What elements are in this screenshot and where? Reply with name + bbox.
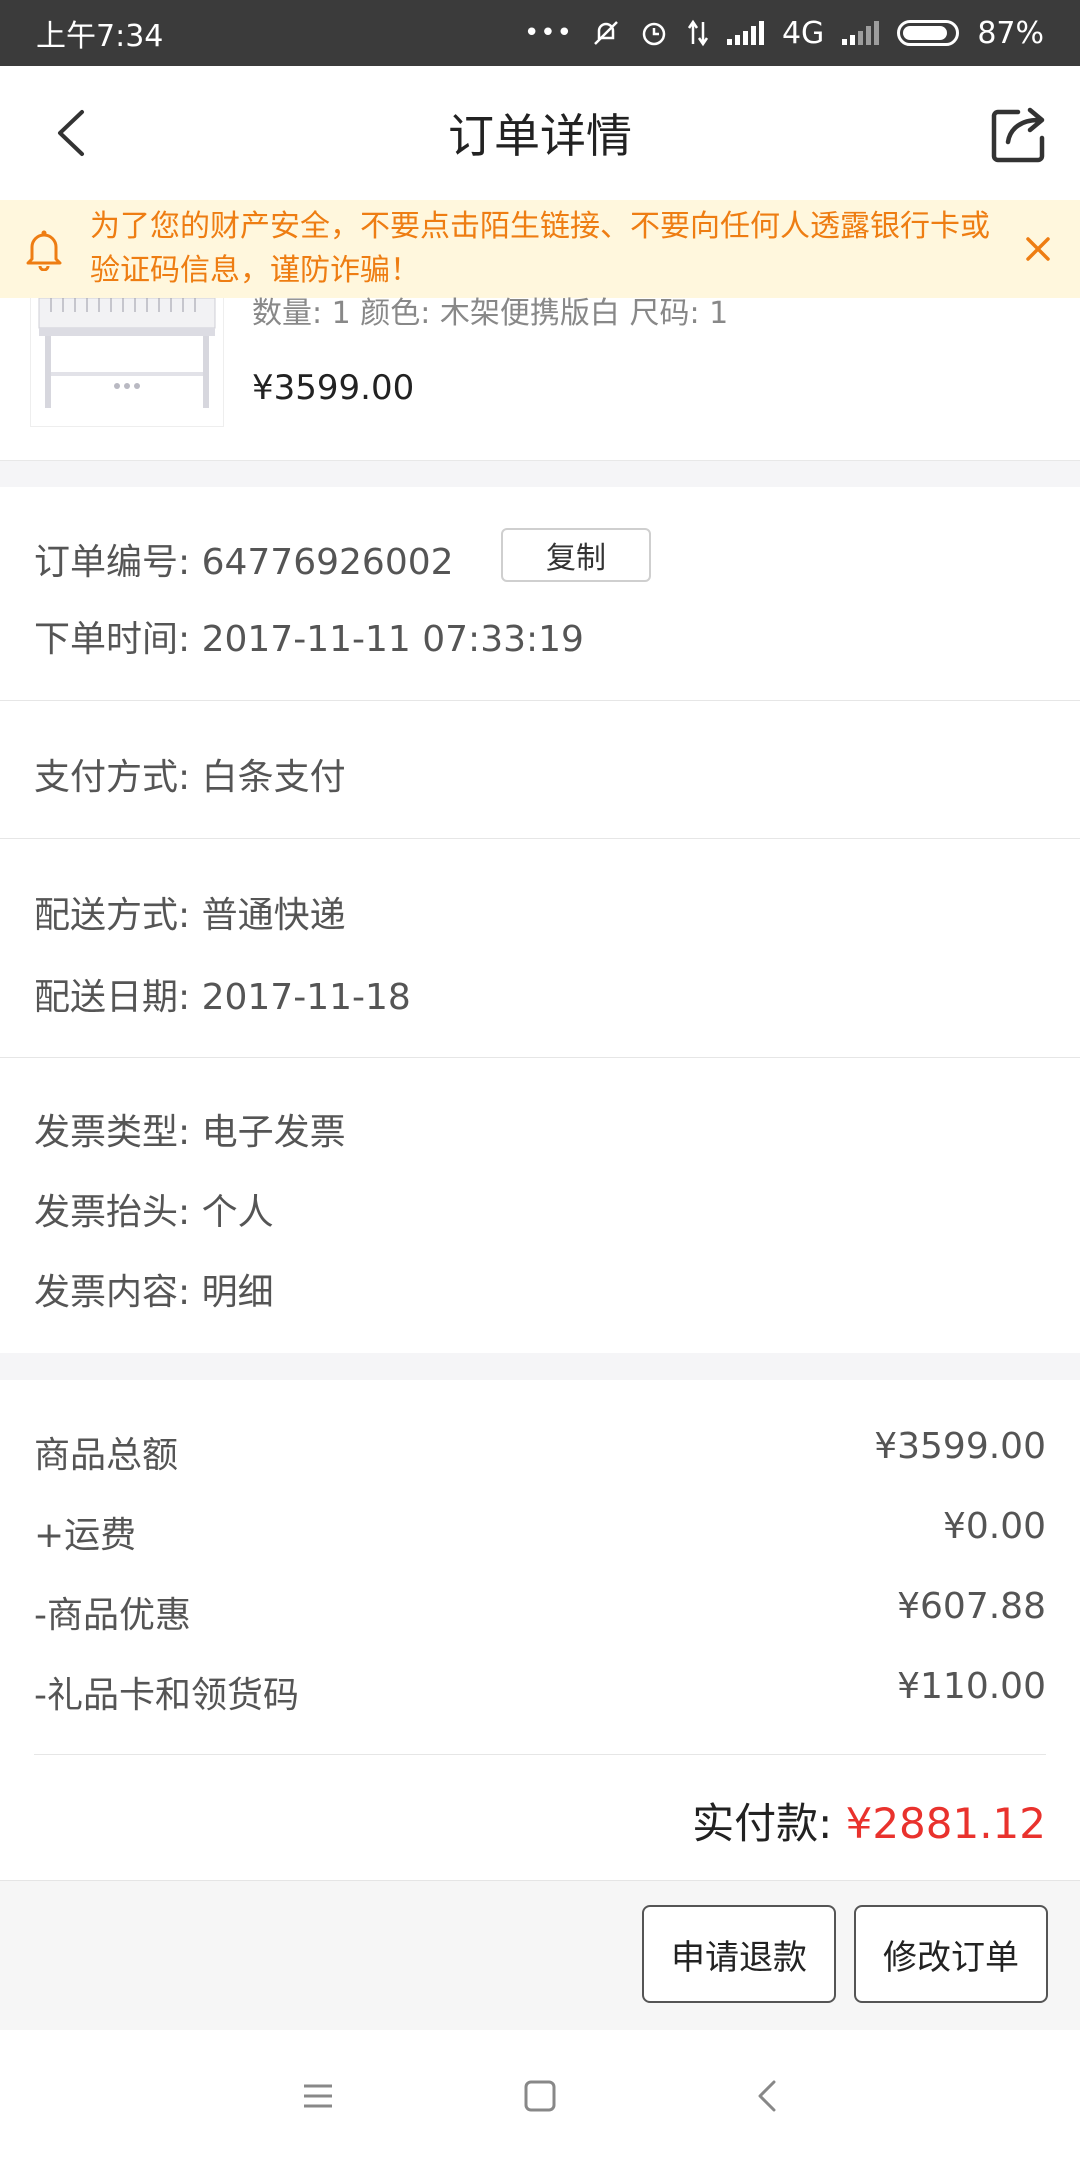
invoice-content-row: 发票内容: 明细 — [34, 1263, 274, 1315]
payment-value: 白条支付 — [201, 757, 346, 798]
more-dots-icon: ••• — [523, 18, 573, 48]
delivery-method: 普通快递 — [201, 895, 346, 936]
order-info-section — [0, 487, 1080, 700]
invoice-title: 个人 — [201, 1192, 274, 1233]
delivery-date-label: 配送日期: — [34, 977, 191, 1018]
divider — [34, 1754, 1046, 1755]
request-refund-button[interactable]: 申请退款 — [642, 1905, 836, 2003]
product-thumbnail[interactable] — [30, 298, 224, 427]
order-time-label: 下单时间: — [34, 619, 191, 660]
payment-label: 支付方式: — [34, 757, 191, 798]
notice-text: 为了您的财产安全，不要点击陌生链接、不要向任何人透露银行卡或验证码信息，谨防诈骗… — [90, 209, 990, 288]
product-card[interactable]: 数量: 1 颜色: 木架便携版白 尺码: 1 ¥3599.00 — [0, 298, 1080, 461]
total-label: 实付款: — [692, 1799, 833, 1848]
invoice-type-row: 发票类型: 电子发票 — [34, 1103, 346, 1155]
order-time-row: 下单时间: 2017-11-11 07:33:19 — [34, 610, 584, 662]
copy-button[interactable]: 复制 — [501, 528, 651, 582]
battery-icon — [897, 20, 960, 46]
action-bar: 申请退款 修改订单 — [0, 1880, 1080, 2031]
delivery-date-row: 配送日期: 2017-11-18 — [34, 968, 411, 1020]
total-value: ¥2881.12 — [845, 1799, 1046, 1848]
delivery-section — [0, 839, 1080, 1057]
signal-icon — [726, 21, 764, 45]
modify-order-button[interactable]: 修改订单 — [854, 1905, 1048, 2003]
amount-value-subtotal: ¥3599.00 — [874, 1426, 1046, 1467]
amount-value-shipping: ¥0.00 — [942, 1506, 1046, 1547]
invoice-content-label: 发票内容: — [34, 1272, 191, 1313]
total-paid: 实付款: ¥2881.12 — [692, 1790, 1046, 1851]
order-number-label: 订单编号: — [34, 542, 191, 583]
amount-value-discount: ¥607.88 — [897, 1586, 1046, 1627]
payment-row: 支付方式: 白条支付 — [34, 748, 346, 800]
top-nav: 订单详情 — [0, 66, 1080, 201]
system-nav-bar — [0, 2030, 1080, 2160]
amount-value-giftcard: ¥110.00 — [897, 1666, 1046, 1707]
delivery-method-label: 配送方式: — [34, 895, 191, 936]
safety-notice-banner: 为了您的财产安全，不要点击陌生链接、不要向任何人透露银行卡或验证码信息，谨防诈骗… — [0, 200, 1080, 298]
invoice-title-label: 发票抬头: — [34, 1192, 191, 1233]
order-number-row: 订单编号: 64776926002 — [34, 533, 454, 585]
amount-label-subtotal: 商品总额 — [34, 1435, 179, 1476]
delivery-date: 2017-11-18 — [201, 977, 411, 1018]
status-time: 上午7:34 — [36, 19, 164, 54]
amount-label-discount: -商品优惠 — [34, 1595, 191, 1636]
share-icon[interactable] — [988, 100, 1054, 166]
product-attributes: 数量: 1 颜色: 木架便携版白 尺码: 1 — [252, 296, 729, 331]
delivery-method-row: 配送方式: 普通快递 — [34, 886, 346, 938]
order-number: 64776926002 — [201, 542, 454, 583]
signal-2-icon — [842, 21, 880, 45]
network-type: 4G — [781, 15, 825, 51]
amount-label-giftcard: -礼品卡和领货码 — [34, 1675, 299, 1716]
alarm-icon — [642, 22, 666, 46]
invoice-type: 电子发票 — [201, 1112, 346, 1153]
data-transfer-icon — [687, 19, 709, 47]
mute-icon — [594, 21, 618, 45]
back-arrow-icon[interactable] — [46, 106, 100, 160]
invoice-title-row: 发票抬头: 个人 — [34, 1183, 274, 1235]
status-icons: ••• 4G 87% — [524, 16, 1044, 51]
home-icon[interactable] — [520, 2076, 560, 2116]
status-bar: 上午7:34 ••• 4G 87% — [0, 0, 1080, 66]
order-time: 2017-11-11 07:33:19 — [201, 619, 584, 660]
system-back-icon[interactable] — [748, 2076, 788, 2116]
battery-level: 87% — [977, 15, 1044, 51]
close-icon[interactable] — [1018, 229, 1058, 269]
page-title: 订单详情 — [448, 109, 632, 163]
menu-icon[interactable] — [298, 2076, 338, 2116]
bell-icon — [26, 230, 62, 271]
amount-label-shipping: +运费 — [34, 1515, 137, 1556]
piano-image — [38, 298, 216, 408]
invoice-type-label: 发票类型: — [34, 1112, 191, 1153]
invoice-content: 明细 — [201, 1272, 274, 1313]
product-price: ¥3599.00 — [252, 368, 415, 408]
